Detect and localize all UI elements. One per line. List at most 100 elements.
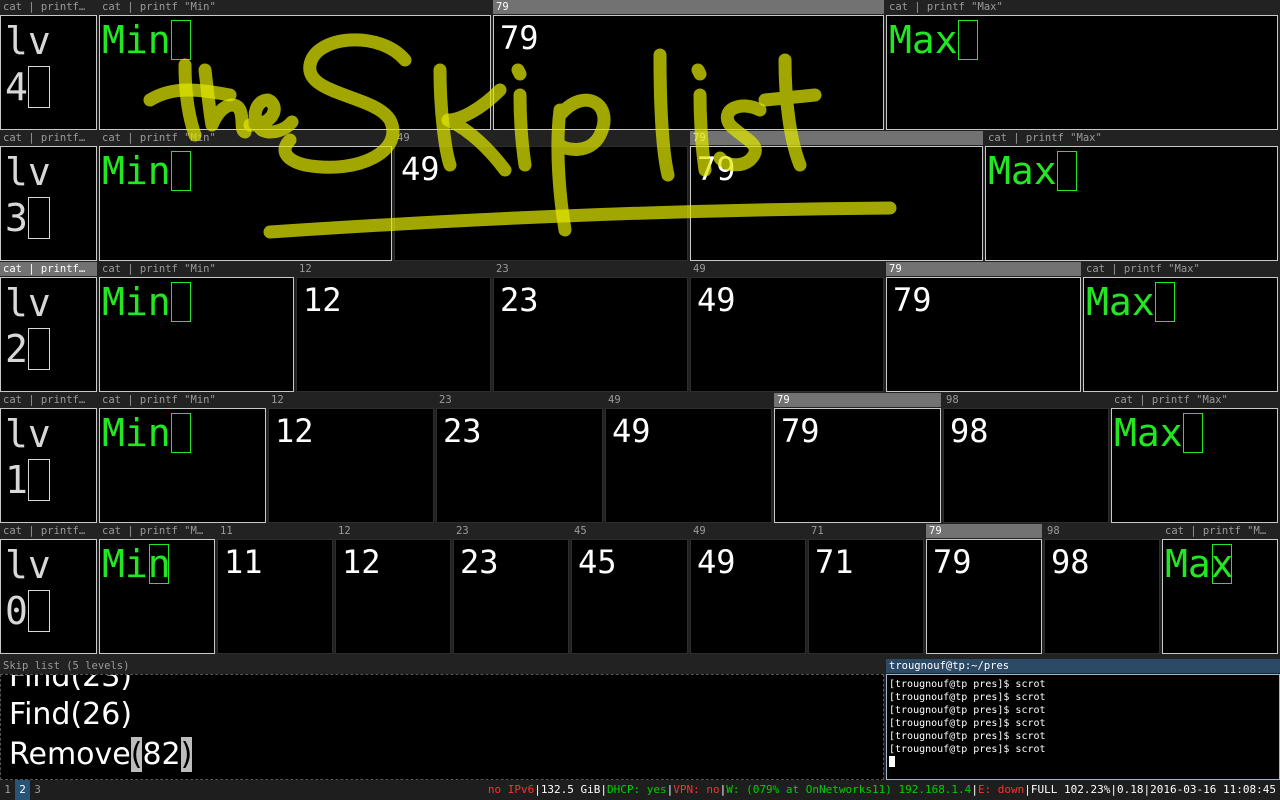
- node-value: 79: [697, 150, 736, 188]
- window-body[interactable]: 12: [268, 408, 434, 523]
- node-window[interactable]: 71 71: [808, 524, 924, 654]
- workspace-tag[interactable]: 1: [0, 780, 15, 800]
- window-body[interactable]: Min: [99, 146, 392, 261]
- node-window[interactable]: 12 12: [335, 524, 451, 654]
- min-label: Min: [102, 542, 171, 586]
- min-sentinel-window[interactable]: cat | printf "Min" Min: [99, 131, 392, 261]
- node-window[interactable]: 98 98: [943, 393, 1109, 523]
- window-body[interactable]: 79: [493, 15, 884, 130]
- window-body[interactable]: Max: [1083, 277, 1278, 392]
- window-body[interactable]: 11: [217, 539, 333, 654]
- level-digit: 3: [5, 196, 28, 240]
- node-value: 98: [1051, 543, 1090, 581]
- min-sentinel-window[interactable]: cat | printf "M… Min: [99, 524, 215, 654]
- node-window[interactable]: 23 23: [453, 524, 569, 654]
- window-body[interactable]: 71: [808, 539, 924, 654]
- presentation-window[interactable]: Skip list (5 levels) Find(23) Find(26) R…: [0, 659, 884, 780]
- max-sentinel-window[interactable]: cat | printf "Max" Max: [1111, 393, 1278, 523]
- node-window[interactable]: 23 23: [436, 393, 603, 523]
- node-window[interactable]: 12 12: [268, 393, 434, 523]
- window-body[interactable]: 23: [493, 277, 688, 392]
- window-body[interactable]: 49: [394, 146, 688, 261]
- window-title: 23: [493, 262, 688, 276]
- node-value: 23: [460, 543, 499, 581]
- window-body[interactable]: 23: [453, 539, 569, 654]
- max-sentinel-window[interactable]: cat | printf "Max" Max: [1083, 262, 1278, 392]
- window-body[interactable]: 79: [690, 146, 983, 261]
- window-body[interactable]: Min: [99, 277, 294, 392]
- window-body[interactable]: Max: [1111, 408, 1278, 523]
- node-value: 12: [303, 281, 342, 319]
- sentinel-text: Min: [102, 18, 171, 62]
- node-window[interactable]: 23 23: [493, 262, 688, 392]
- max-label: Max: [988, 149, 1077, 193]
- window-body[interactable]: Min: [99, 539, 215, 654]
- presentation-body[interactable]: Find(23) Find(26) Remove(82): [0, 674, 884, 780]
- node-window[interactable]: 79 79: [493, 0, 884, 130]
- level-text: lv: [5, 281, 51, 325]
- window-body[interactable]: 79: [926, 539, 1042, 654]
- window-body[interactable]: lv 3: [0, 146, 97, 261]
- node-window[interactable]: 49 49: [690, 524, 806, 654]
- level-text: lv: [5, 543, 51, 587]
- level-label-window[interactable]: cat | printf… lv 0: [0, 524, 97, 654]
- window-body[interactable]: 12: [296, 277, 491, 392]
- node-window[interactable]: 49 49: [605, 393, 772, 523]
- node-window[interactable]: 45 45: [571, 524, 688, 654]
- window-body[interactable]: 12: [335, 539, 451, 654]
- window-body[interactable]: 49: [605, 408, 772, 523]
- level-label-window[interactable]: cat | printf… lv 2: [0, 262, 97, 392]
- window-body[interactable]: Max: [985, 146, 1278, 261]
- terminal-body[interactable]: [trougnouf@tp pres]$ scrot [trougnouf@tp…: [886, 674, 1280, 780]
- window-body[interactable]: Min: [99, 408, 266, 523]
- node-window[interactable]: 79 79: [926, 524, 1042, 654]
- level-label-window[interactable]: cat | printf… lv 3: [0, 131, 97, 261]
- min-sentinel-window[interactable]: cat | printf "Min" Min: [99, 262, 294, 392]
- terminal-line: [trougnouf@tp pres]$ scrot: [889, 731, 1046, 742]
- level-label-window[interactable]: cat | printf… lv 4: [0, 0, 97, 130]
- window-body[interactable]: lv 4: [0, 15, 97, 130]
- window-body[interactable]: 49: [690, 539, 806, 654]
- max-sentinel-window[interactable]: cat | printf "Max" Max: [886, 0, 1278, 130]
- node-window[interactable]: 79 79: [886, 262, 1081, 392]
- window-body[interactable]: Min: [99, 15, 491, 130]
- window-body[interactable]: 45: [571, 539, 688, 654]
- terminal-line: [trougnouf@tp pres]$ scrot: [889, 744, 1046, 755]
- min-label: Min: [102, 149, 191, 193]
- node-window[interactable]: 11 11: [217, 524, 333, 654]
- node-value: 49: [401, 150, 440, 188]
- window-body[interactable]: 23: [436, 408, 603, 523]
- node-window[interactable]: 49 49: [394, 131, 688, 261]
- window-body[interactable]: 98: [1044, 539, 1160, 654]
- terminal-line: [trougnouf@tp pres]$ scrot: [889, 692, 1046, 703]
- min-sentinel-window[interactable]: cat | printf "Min" Min: [99, 393, 266, 523]
- window-body[interactable]: lv 2: [0, 277, 97, 392]
- workspace-tag-active[interactable]: 2: [15, 780, 30, 800]
- max-sentinel-window[interactable]: cat | printf "M… Max: [1162, 524, 1278, 654]
- window-body[interactable]: 49: [690, 277, 884, 392]
- window-body[interactable]: lv 0: [0, 539, 97, 654]
- terminal-window[interactable]: trougnouf@tp:~/pres [trougnouf@tp pres]$…: [886, 659, 1280, 780]
- window-body[interactable]: Max: [886, 15, 1278, 130]
- window-body[interactable]: 79: [774, 408, 941, 523]
- min-sentinel-window[interactable]: cat | printf "Min" Min: [99, 0, 491, 130]
- window-title: cat | printf "Min": [99, 131, 392, 145]
- workspace-tag[interactable]: 3: [30, 780, 45, 800]
- node-window[interactable]: 79 79: [774, 393, 941, 523]
- node-window[interactable]: 98 98: [1044, 524, 1160, 654]
- node-value: 71: [815, 543, 854, 581]
- terminal-line: [trougnouf@tp pres]$ scrot: [889, 705, 1046, 716]
- node-window[interactable]: 79 79: [690, 131, 983, 261]
- node-window[interactable]: 49 49: [690, 262, 884, 392]
- window-body[interactable]: 79: [886, 277, 1081, 392]
- window-body[interactable]: 98: [943, 408, 1109, 523]
- sentinel-text: Max: [1086, 280, 1155, 324]
- max-sentinel-window[interactable]: cat | printf "Max" Max: [985, 131, 1278, 261]
- node-window[interactable]: 12 12: [296, 262, 491, 392]
- terminal-cursor: [889, 756, 895, 767]
- level-label-window[interactable]: cat | printf… lv 1: [0, 393, 97, 523]
- level-label: lv 4: [5, 18, 51, 110]
- window-title: 12: [296, 262, 491, 276]
- window-body[interactable]: Max: [1162, 539, 1278, 654]
- window-body[interactable]: lv 1: [0, 408, 97, 523]
